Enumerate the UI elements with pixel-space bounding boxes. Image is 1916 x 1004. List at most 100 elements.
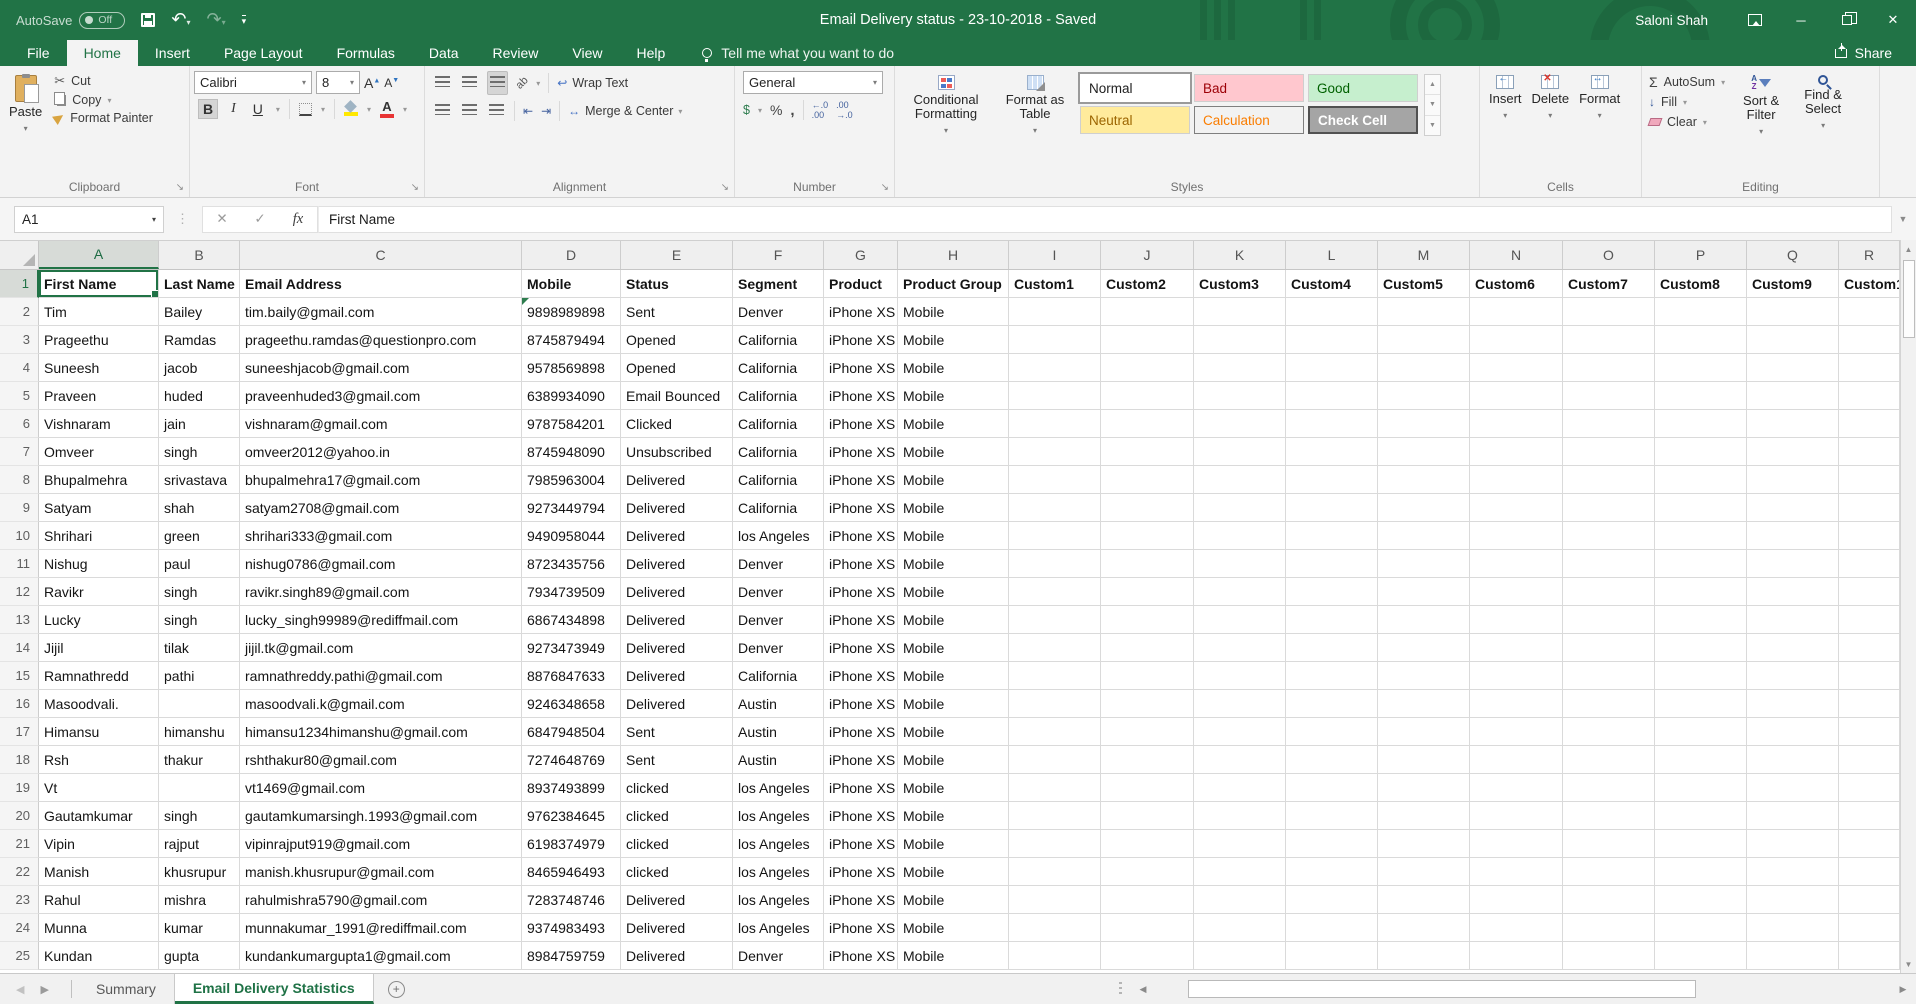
cell[interactable]: iPhone XS <box>824 410 898 438</box>
cell[interactable]: California <box>733 662 824 690</box>
customize-qat-icon[interactable]: ▾ <box>242 15 247 25</box>
cell[interactable] <box>1839 298 1900 326</box>
cell[interactable]: Denver <box>733 634 824 662</box>
cell[interactable]: Custom3 <box>1194 270 1286 298</box>
cell[interactable]: vt1469@gmail.com <box>240 774 522 802</box>
increase-font-size-button[interactable]: A▲ <box>364 75 380 91</box>
cell[interactable] <box>1470 858 1563 886</box>
cell[interactable]: 6847948504 <box>522 718 621 746</box>
horizontal-scroll-thumb[interactable] <box>1188 980 1696 998</box>
cell[interactable]: rajput <box>159 830 240 858</box>
cell[interactable] <box>1747 382 1839 410</box>
cell[interactable] <box>1839 606 1900 634</box>
cell[interactable] <box>1009 438 1101 466</box>
font-color-button[interactable]: A <box>380 101 394 118</box>
cell[interactable] <box>1101 522 1194 550</box>
cell[interactable] <box>1194 550 1286 578</box>
cell[interactable] <box>1563 410 1655 438</box>
cell[interactable] <box>1563 326 1655 354</box>
cell[interactable] <box>1009 746 1101 774</box>
cell[interactable]: iPhone XS <box>824 522 898 550</box>
cell[interactable]: Ramdas <box>159 326 240 354</box>
gallery-more-icon[interactable]: ▼ <box>1425 116 1440 135</box>
cell[interactable]: Mobile <box>898 578 1009 606</box>
cell[interactable]: singh <box>159 606 240 634</box>
cell[interactable] <box>1470 914 1563 942</box>
cell[interactable]: Mobile <box>898 886 1009 914</box>
cell[interactable] <box>1655 522 1747 550</box>
cell[interactable]: California <box>733 438 824 466</box>
cell[interactable]: Custom2 <box>1101 270 1194 298</box>
cell[interactable]: Product <box>824 270 898 298</box>
cell[interactable]: iPhone XS <box>824 578 898 606</box>
cell[interactable]: Custom5 <box>1378 270 1470 298</box>
format-painter-button[interactable]: Format Painter <box>51 109 156 127</box>
row-header-8[interactable]: 8 <box>0 466 39 494</box>
cell[interactable]: Mobile <box>898 914 1009 942</box>
cell[interactable]: green <box>159 522 240 550</box>
cell[interactable] <box>1378 942 1470 970</box>
column-header-R[interactable]: R <box>1839 241 1900 269</box>
cell[interactable]: 7985963004 <box>522 466 621 494</box>
cell[interactable] <box>1839 326 1900 354</box>
cell[interactable]: Mobile <box>898 550 1009 578</box>
cell[interactable]: prageethu.ramdas@questionpro.com <box>240 326 522 354</box>
cell[interactable] <box>1655 354 1747 382</box>
cell[interactable] <box>1563 886 1655 914</box>
cell[interactable]: praveenhuded3@gmail.com <box>240 382 522 410</box>
cell[interactable]: Tim <box>39 298 159 326</box>
cell[interactable]: 9273449794 <box>522 494 621 522</box>
cell-style-normal[interactable]: Normal <box>1080 74 1190 102</box>
cell[interactable]: 8745948090 <box>522 438 621 466</box>
cell[interactable]: Denver <box>733 578 824 606</box>
cell[interactable] <box>1194 578 1286 606</box>
cell[interactable]: Unsubscribed <box>621 438 733 466</box>
cell[interactable]: Delivered <box>621 634 733 662</box>
cell[interactable]: ramnathreddy.pathi@gmail.com <box>240 662 522 690</box>
cell[interactable]: Austin <box>733 746 824 774</box>
cell[interactable] <box>1194 298 1286 326</box>
cell[interactable]: Mobile <box>898 494 1009 522</box>
orientation-icon[interactable]: ab <box>514 74 531 91</box>
cell[interactable] <box>1101 858 1194 886</box>
cell[interactable] <box>1101 606 1194 634</box>
cell[interactable] <box>1839 382 1900 410</box>
cell[interactable] <box>1747 326 1839 354</box>
cell[interactable] <box>1194 942 1286 970</box>
cell[interactable]: nishug0786@gmail.com <box>240 550 522 578</box>
dialog-launcher-icon[interactable]: ↘ <box>721 183 729 193</box>
cell[interactable] <box>1839 634 1900 662</box>
column-header-H[interactable]: H <box>898 241 1009 269</box>
column-header-O[interactable]: O <box>1563 241 1655 269</box>
cell[interactable]: rshthakur80@gmail.com <box>240 746 522 774</box>
row-header-6[interactable]: 6 <box>0 410 39 438</box>
cell[interactable] <box>1747 718 1839 746</box>
cell[interactable]: iPhone XS <box>824 550 898 578</box>
cell[interactable]: Mobile <box>898 830 1009 858</box>
cell[interactable]: Delivered <box>621 942 733 970</box>
horizontal-scroll-track[interactable] <box>1152 980 1894 998</box>
cell[interactable]: Rahul <box>39 886 159 914</box>
cell[interactable]: Jijil <box>39 634 159 662</box>
row-header-12[interactable]: 12 <box>0 578 39 606</box>
cell[interactable] <box>1009 662 1101 690</box>
cell[interactable] <box>1470 634 1563 662</box>
cell[interactable]: Gautamkumar <box>39 802 159 830</box>
cell[interactable] <box>1563 578 1655 606</box>
cell[interactable]: thakur <box>159 746 240 774</box>
cell[interactable]: ravikr.singh89@gmail.com <box>240 578 522 606</box>
cell[interactable] <box>1655 438 1747 466</box>
cell[interactable]: kumar <box>159 914 240 942</box>
cell[interactable] <box>1563 634 1655 662</box>
cell[interactable] <box>1286 746 1378 774</box>
conditional-formatting-button[interactable]: Conditional Formatting ▾ <box>899 71 993 142</box>
cell[interactable] <box>1286 942 1378 970</box>
row-header-7[interactable]: 7 <box>0 438 39 466</box>
cell[interactable]: Opened <box>621 354 733 382</box>
share-button[interactable]: Share <box>1835 40 1916 66</box>
tab-help[interactable]: Help <box>620 40 683 66</box>
cell[interactable] <box>1378 326 1470 354</box>
number-format-select[interactable]: General▾ <box>743 71 883 94</box>
cell[interactable]: Mobile <box>898 690 1009 718</box>
decrease-decimal-icon[interactable]: .00→.0 <box>836 100 853 120</box>
